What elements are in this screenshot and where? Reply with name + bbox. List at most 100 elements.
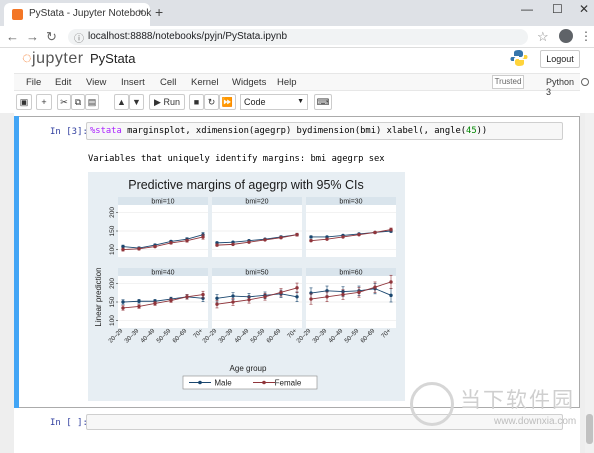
menu-insert[interactable]: Insert	[121, 77, 145, 88]
cell-prompt: In [3]:	[50, 127, 88, 137]
data-point-female	[169, 241, 173, 245]
menu-cell[interactable]: Cell	[160, 77, 176, 88]
insert-cell-icon[interactable]: +	[36, 94, 52, 110]
data-point-female	[341, 235, 345, 239]
move-down-icon[interactable]: ▼	[129, 94, 144, 110]
jupyter-logo[interactable]: ◌jupyter	[22, 50, 84, 68]
legend-swatch-marker	[262, 380, 266, 385]
profile-avatar-icon[interactable]	[559, 29, 573, 43]
x-tick-label: 50–59	[343, 327, 361, 345]
menu-kernel[interactable]: Kernel	[191, 77, 218, 88]
watermark-url: www.downxia.com	[494, 416, 577, 427]
data-point-female	[389, 227, 393, 232]
data-point-female	[153, 244, 157, 249]
chart-svg: Predictive margins of agegrp with 95% CI…	[94, 178, 396, 390]
data-point-female	[153, 301, 157, 306]
paste-icon[interactable]: ▤	[85, 94, 99, 110]
close-window-button[interactable]: ✕	[579, 2, 589, 16]
x-tick-label: 60–69	[171, 327, 189, 345]
logout-button[interactable]: Logout	[540, 50, 580, 68]
url-input[interactable]: ⓘ localhost:8888/notebooks/pyjn/PyStata.…	[68, 29, 528, 45]
x-tick-label: 40–49	[327, 327, 345, 345]
jupyter-favicon-icon	[12, 9, 23, 20]
save-icon[interactable]: ▣	[16, 94, 32, 110]
panel-title: bmi=10	[151, 199, 174, 206]
restart-icon[interactable]: ↻	[204, 94, 219, 110]
trusted-badge[interactable]: Trusted	[492, 75, 524, 89]
jupyter-header: ◌jupyter PyStata Logout	[0, 48, 594, 72]
y-tick-label: 200	[109, 278, 116, 289]
menu-help[interactable]: Help	[277, 77, 297, 88]
jupyter-logo-text: jupyter	[32, 50, 84, 67]
data-point-female	[295, 286, 299, 290]
tab-close-icon[interactable]: ×	[138, 7, 144, 18]
data-point-female	[121, 306, 125, 310]
data-point-female	[215, 243, 219, 247]
data-point-female	[185, 295, 189, 299]
code-magic: %stata	[90, 126, 122, 136]
data-point-male	[309, 235, 313, 239]
menu-file[interactable]: File	[26, 77, 41, 88]
menu-widgets[interactable]: Widgets	[232, 77, 266, 88]
panel-title: bmi=20	[245, 199, 268, 206]
back-arrow-icon[interactable]: ←	[6, 29, 19, 44]
x-tick-label: 60–69	[265, 327, 283, 345]
data-point-female	[137, 247, 141, 251]
tab-title: PyStata - Jupyter Notebook	[29, 8, 152, 19]
scrollbar[interactable]	[585, 113, 594, 453]
cell-type-value: Code	[244, 97, 266, 107]
chevron-down-icon: ▼	[297, 98, 304, 105]
forward-arrow-icon[interactable]: →	[26, 29, 39, 44]
x-tick-label: 50–59	[249, 327, 267, 345]
scrollbar-thumb[interactable]	[586, 414, 593, 444]
data-point-female	[231, 300, 235, 304]
data-point-female	[185, 238, 189, 243]
move-up-icon[interactable]: ▲	[114, 94, 129, 110]
restart-run-all-icon[interactable]: ⏩	[219, 94, 236, 110]
site-info-icon[interactable]: ⓘ	[74, 30, 84, 45]
data-point-female	[247, 298, 251, 302]
menu-view[interactable]: View	[86, 77, 106, 88]
browser-tab[interactable]: PyStata - Jupyter Notebook ×	[4, 3, 152, 26]
data-point-female	[137, 304, 141, 309]
data-point-female	[201, 235, 205, 239]
data-point-female	[309, 238, 313, 243]
data-point-male	[295, 295, 299, 299]
panel-title: bmi=50	[245, 270, 268, 277]
run-button[interactable]: ▶ Run	[149, 94, 185, 110]
cut-icon[interactable]: ✂	[57, 94, 71, 110]
data-point-female	[263, 238, 267, 242]
y-tick-label: 150	[109, 225, 116, 236]
data-point-female	[279, 235, 283, 240]
legend-label: Female	[275, 379, 302, 388]
code-input[interactable]: %stata marginsplot, xdimension(agegrp) b…	[86, 122, 563, 140]
bookmark-star-icon[interactable]: ☆	[537, 29, 549, 45]
cell-type-select[interactable]: Code ▼	[240, 94, 308, 110]
x-tick-label: 70+	[380, 327, 393, 340]
menu-edit[interactable]: Edit	[55, 77, 71, 88]
data-point-female	[215, 302, 219, 306]
watermark: 当下软件园 www.downxia.com	[410, 382, 580, 432]
maximize-button[interactable]: ☐	[552, 2, 563, 16]
browser-menu-icon[interactable]: ⋮	[580, 29, 592, 43]
y-axis-label: Linear prediction	[94, 267, 103, 326]
data-point-female	[373, 230, 377, 235]
data-point-female	[121, 247, 125, 252]
copy-icon[interactable]: ⧉	[71, 94, 85, 110]
x-tick-label: 20–29	[295, 327, 313, 345]
data-point-female	[309, 297, 313, 301]
x-tick-label: 30–39	[217, 327, 235, 345]
command-palette-icon[interactable]: ⌨	[314, 94, 332, 110]
data-point-female	[357, 233, 361, 237]
new-tab-button[interactable]: +	[155, 4, 163, 20]
reload-icon[interactable]: ↻	[46, 29, 57, 45]
data-point-male	[121, 300, 125, 304]
data-point-male	[137, 299, 141, 303]
data-point-female	[389, 280, 393, 284]
notebook-name[interactable]: PyStata	[90, 51, 136, 66]
code-number: 45	[466, 126, 477, 136]
minimize-button[interactable]: —	[521, 2, 533, 16]
y-tick-label: 200	[109, 207, 116, 218]
x-tick-label: 60–69	[359, 327, 377, 345]
interrupt-icon[interactable]: ■	[189, 94, 204, 110]
